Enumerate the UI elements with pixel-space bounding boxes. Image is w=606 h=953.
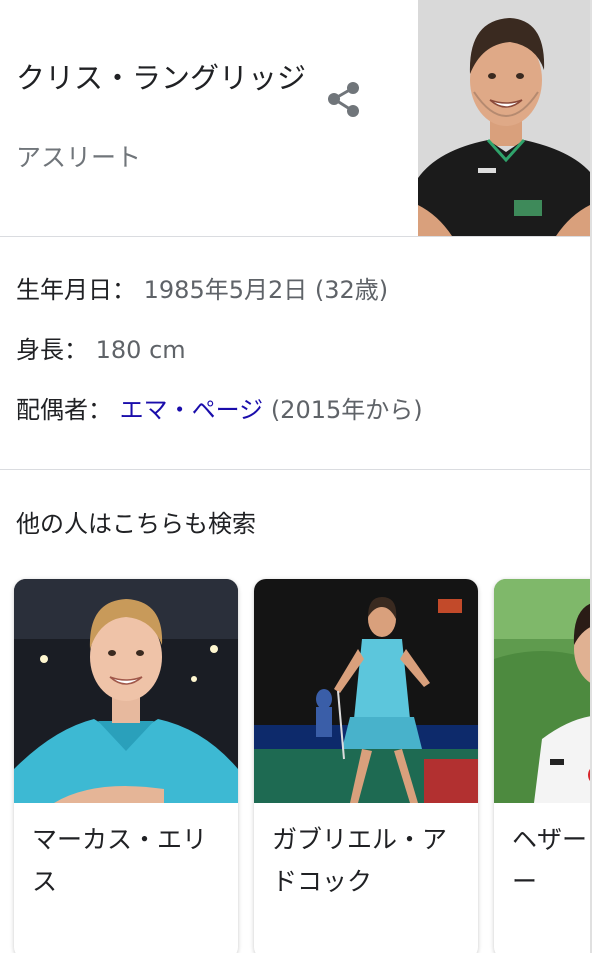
fact-value: 1985年5月2日 (32歳) [143, 276, 389, 304]
related-person-card[interactable]: ガブリエル・アドコック [254, 579, 478, 953]
fact-label: 身長： [16, 336, 88, 364]
person-name: ガブリエル・アドコック [272, 825, 448, 896]
fact-value: (2015年から) [270, 396, 423, 424]
person-photo [494, 579, 590, 803]
person-photo [254, 579, 478, 803]
person-name: ヘザー・オリバー [512, 825, 590, 896]
fact-label: 生年月日： [16, 276, 136, 304]
related-person-card[interactable]: マーカス・エリス [14, 579, 238, 953]
spouse-link[interactable]: エマ・ページ [120, 396, 264, 424]
fact-label: 配偶者： [16, 396, 112, 424]
related-section-title: 他の人はこちらも検索 [16, 510, 256, 538]
knowledge-panel: クリス・ラングリッジ アスリート 生年月日： 1985年5月2日 (32歳) 身… [0, 0, 592, 953]
facts-section: 生年月日： 1985年5月2日 (32歳) 身長： 180 cm 配偶者： エマ… [0, 237, 590, 470]
entity-title: クリス・ラングリッジ [16, 61, 307, 95]
entity-subtitle: アスリート [16, 143, 142, 172]
share-icon [328, 82, 359, 117]
fact-value: 180 cm [95, 336, 186, 364]
share-button[interactable] [322, 78, 366, 122]
person-photo [14, 579, 238, 803]
panel-header: クリス・ラングリッジ アスリート [0, 0, 590, 237]
fact-spouse: 配偶者： エマ・ページ (2015年から) [16, 393, 423, 427]
fact-height: 身長： 180 cm [16, 333, 186, 367]
entity-photo[interactable] [418, 0, 590, 236]
related-person-card[interactable]: ヘザー・オリバー [494, 579, 590, 953]
person-name: マーカス・エリス [32, 825, 208, 896]
fact-birthdate: 生年月日： 1985年5月2日 (32歳) [16, 273, 388, 307]
